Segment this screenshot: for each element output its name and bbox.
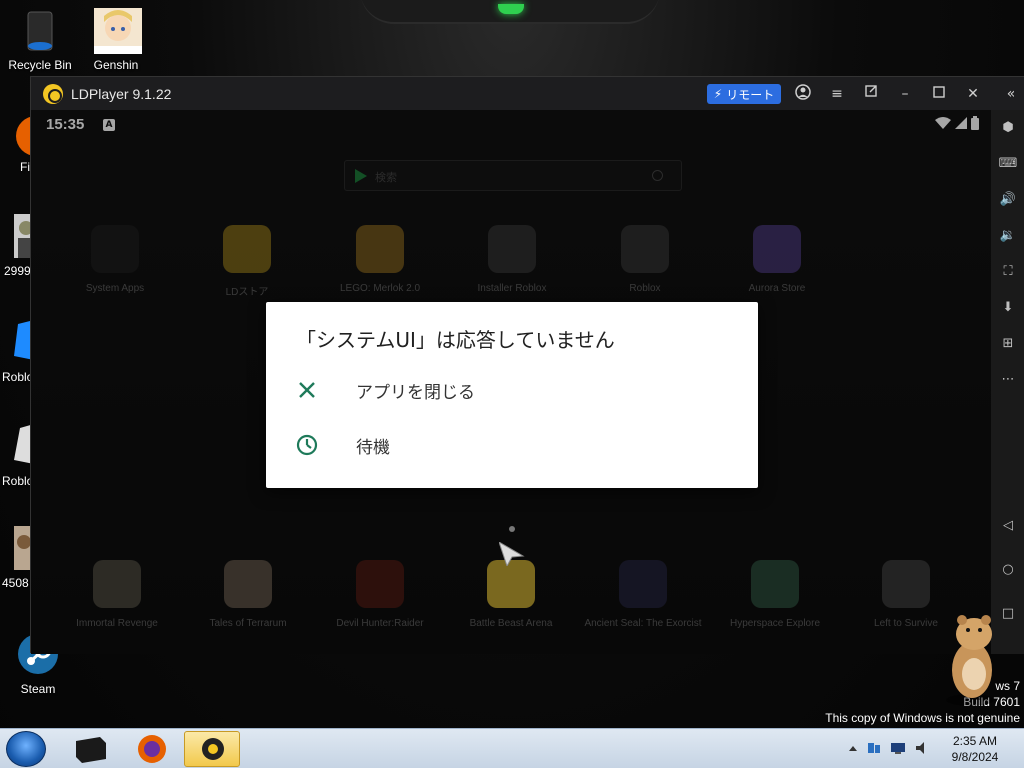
desktop-icon-label: Recycle Bin xyxy=(8,58,72,72)
clock-time: 2:35 AM xyxy=(952,734,998,748)
mouse-cursor-icon xyxy=(499,542,525,566)
home-nav-icon[interactable]: ○ xyxy=(998,560,1018,580)
menu-icon[interactable]: ≡ xyxy=(827,84,847,104)
apk-install-icon[interactable]: ⬇ xyxy=(998,298,1018,318)
recycle-bin-icon xyxy=(18,8,62,54)
volume-tray-icon[interactable] xyxy=(914,741,930,755)
wait-option[interactable]: 待機 xyxy=(266,422,758,468)
desktop-icon-genshin[interactable]: Genshin xyxy=(78,8,154,72)
taskbar-clock[interactable]: 2:35 AM 9/8/2024 xyxy=(945,733,1005,765)
desktop-icon-label: 4508 xyxy=(2,576,29,590)
ldplayer-logo-icon xyxy=(43,83,63,104)
maximize-icon[interactable] xyxy=(929,84,949,104)
volume-up-icon[interactable]: 🔊 xyxy=(998,190,1018,210)
desktop-icon-recycle-bin[interactable]: Recycle Bin xyxy=(2,8,78,72)
ldplayer-icon xyxy=(202,738,224,760)
remote-label: リモート xyxy=(726,87,775,102)
lightning-icon: ⚡ xyxy=(713,87,723,101)
watermark-line: This copy of Windows is not genuine xyxy=(825,711,1020,725)
anr-dialog: 「システムUI」は応答していません アプリを閉じる 待機 xyxy=(266,302,758,488)
desktop-icon-label: Fi xyxy=(20,160,30,174)
dialog-title: 「システムUI」は応答していません xyxy=(296,328,615,352)
account-icon[interactable] xyxy=(793,84,813,104)
window-title: LDPlayer 9.1.22 xyxy=(71,85,172,102)
window-titlebar[interactable]: LDPlayer 9.1.22 ⚡ リモート ≡ – ✕ « xyxy=(31,77,1024,110)
box-app-icon xyxy=(76,737,106,763)
display-tray-icon[interactable] xyxy=(890,741,906,755)
back-nav-icon[interactable]: ◁ xyxy=(998,516,1018,536)
add-window-icon[interactable]: ⊞ xyxy=(998,334,1018,354)
desktop-icon-label: 2999 xyxy=(4,264,31,278)
more-icon[interactable]: ⋯ xyxy=(998,370,1018,390)
hamster-mascot-image xyxy=(946,615,994,706)
remote-button[interactable]: ⚡ リモート xyxy=(707,84,781,104)
desktop-icon-label: Steam xyxy=(20,682,56,696)
taskbar: 2:35 AM 9/8/2024 xyxy=(0,728,1024,768)
screenshot-icon[interactable]: ⛶ xyxy=(998,262,1018,282)
start-button[interactable] xyxy=(6,731,46,767)
taskbar-firefox[interactable] xyxy=(124,731,180,767)
close-icon[interactable]: ✕ xyxy=(963,84,983,104)
taskbar-app-1[interactable] xyxy=(64,731,120,767)
desktop-icon-label: Genshin xyxy=(93,58,139,72)
genshin-icon xyxy=(94,8,142,54)
green-indicator xyxy=(498,4,524,14)
minimize-icon[interactable]: – xyxy=(895,84,915,104)
android-screen[interactable]: 15:35 A 検索 System Apps LDストア LEGO: Merlo… xyxy=(31,110,991,654)
show-hidden-icons-icon[interactable] xyxy=(845,741,861,755)
desktop-icon-label: Roblo xyxy=(2,370,34,384)
close-app-label: アプリを閉じる xyxy=(356,382,475,403)
volume-down-icon[interactable]: 🔉 xyxy=(998,226,1018,246)
firefox-icon xyxy=(138,735,166,763)
keyboard-icon[interactable]: ⌨ xyxy=(998,154,1018,174)
clock-date: 9/8/2024 xyxy=(951,750,999,764)
page-indicator xyxy=(509,526,515,532)
popout-icon[interactable] xyxy=(861,84,881,104)
settings-icon[interactable]: ⬢ xyxy=(998,118,1018,138)
collapse-sidebar-icon[interactable]: « xyxy=(1001,84,1021,104)
ldplayer-window: LDPlayer 9.1.22 ⚡ リモート ≡ – ✕ « 15:35 A 検… xyxy=(30,76,1024,654)
wait-label: 待機 xyxy=(356,437,390,458)
close-icon xyxy=(299,382,315,398)
clock-icon xyxy=(296,434,318,456)
desktop-icon-label: Roblo xyxy=(2,474,34,488)
close-app-option[interactable]: アプリを閉じる xyxy=(266,367,758,413)
ldplayer-sidebar: ⬢ ⌨ 🔊 🔉 ⛶ ⬇ ⊞ ⋯ ◁ ○ □ xyxy=(991,110,1024,654)
top-decoration xyxy=(360,0,660,24)
network-tray-icon[interactable] xyxy=(866,741,882,755)
taskbar-ldplayer[interactable] xyxy=(184,731,240,767)
